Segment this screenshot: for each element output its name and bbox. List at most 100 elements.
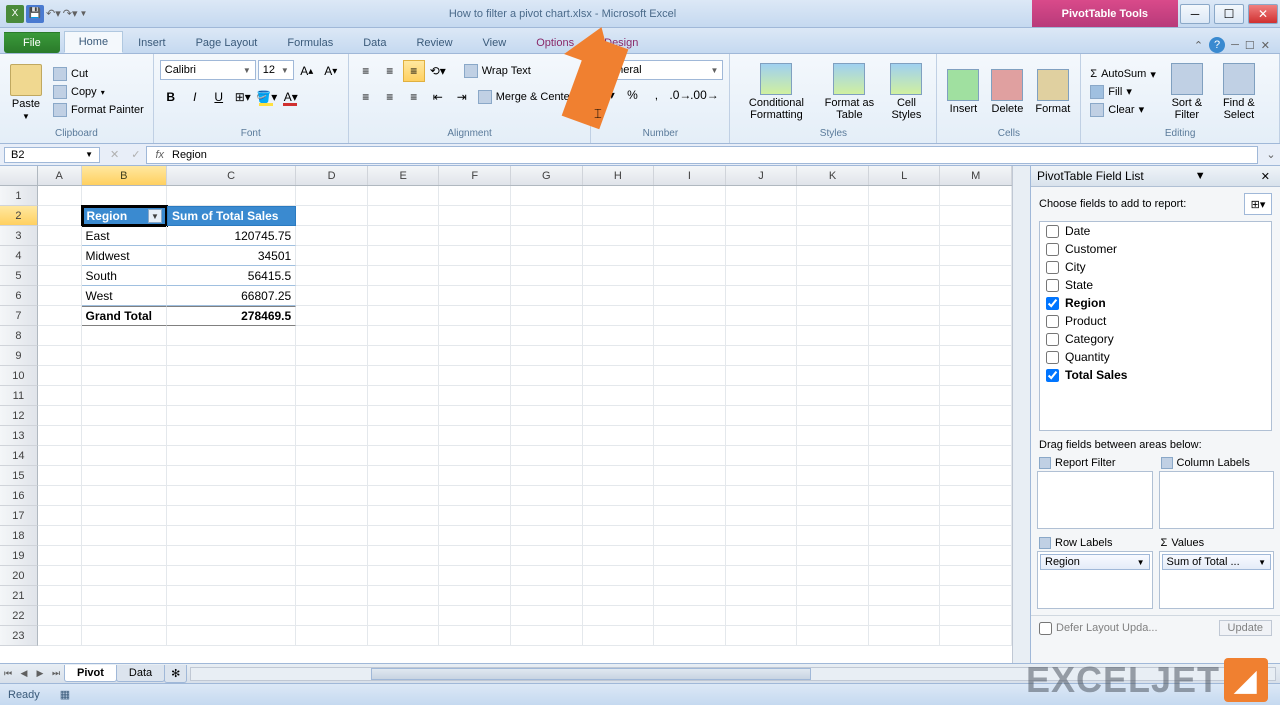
cell[interactable] [38,586,82,606]
cell[interactable] [439,306,511,326]
cell[interactable] [654,586,726,606]
cell[interactable] [583,326,655,346]
cell[interactable] [940,286,1012,306]
merge-center-button[interactable]: Merge & Center ▾ [475,86,585,108]
font-name-combo[interactable]: Calibri▼ [160,60,256,80]
cell[interactable] [38,626,82,646]
cell[interactable] [797,546,869,566]
row-header[interactable]: 10 [0,366,38,386]
italic-button[interactable]: I [184,86,206,108]
decrease-font-icon[interactable]: A▾ [320,60,342,82]
cell[interactable] [726,186,798,206]
row-header[interactable]: 9 [0,346,38,366]
cell[interactable] [38,386,82,406]
number-format-combo[interactable]: General▼ [597,60,723,80]
cell[interactable] [511,526,583,546]
fx-icon[interactable]: fx [155,149,164,161]
cell[interactable] [940,326,1012,346]
cell[interactable] [82,626,167,646]
field-item[interactable]: Region [1040,294,1271,312]
accounting-format-icon[interactable]: $▾ [597,84,619,106]
row-header[interactable]: 11 [0,386,38,406]
cell[interactable]: Sum of Total Sales [167,206,296,226]
cell[interactable] [511,346,583,366]
cell[interactable] [869,486,941,506]
cell[interactable] [654,446,726,466]
cell[interactable] [583,546,655,566]
cell[interactable] [167,586,296,606]
cell[interactable] [296,286,368,306]
cell[interactable] [82,526,167,546]
percent-format-icon[interactable]: % [621,84,643,106]
cell[interactable] [511,306,583,326]
cell[interactable] [38,486,82,506]
cell[interactable] [439,426,511,446]
cell[interactable] [296,406,368,426]
cell[interactable] [654,366,726,386]
cell[interactable] [82,346,167,366]
cell[interactable] [940,446,1012,466]
cell[interactable] [82,386,167,406]
sheet-nav-next[interactable]: ▶ [32,668,48,679]
cell[interactable] [167,626,296,646]
cell[interactable] [654,466,726,486]
field-list-close-icon[interactable]: ✕ [1257,170,1274,183]
cell[interactable] [296,506,368,526]
cell[interactable] [368,326,440,346]
field-item[interactable]: Category [1040,330,1271,348]
cell[interactable] [583,306,655,326]
cell[interactable] [869,566,941,586]
cell[interactable] [511,586,583,606]
cell[interactable] [797,186,869,206]
border-button[interactable]: ⊞▾ [232,86,254,108]
cell[interactable] [726,526,798,546]
cell[interactable] [726,466,798,486]
cell[interactable] [296,326,368,346]
cell[interactable] [167,426,296,446]
cell[interactable] [654,266,726,286]
save-icon[interactable]: 💾 [26,5,44,23]
cell[interactable] [296,206,368,226]
cell[interactable] [726,566,798,586]
cell[interactable] [869,246,941,266]
cell[interactable] [654,206,726,226]
row-header[interactable]: 1 [0,186,38,206]
row-header[interactable]: 3 [0,226,38,246]
cell[interactable] [583,586,655,606]
cell[interactable] [583,206,655,226]
cell[interactable] [511,606,583,626]
cell[interactable] [167,366,296,386]
cell[interactable] [368,446,440,466]
cell[interactable] [368,606,440,626]
field-item[interactable]: Product [1040,312,1271,330]
row-labels-area[interactable]: Region▼ [1037,551,1153,609]
sheet-tab-pivot[interactable]: Pivot [64,665,117,682]
row-header[interactable]: 6 [0,286,38,306]
cell[interactable] [439,446,511,466]
cell[interactable] [940,506,1012,526]
cell[interactable] [82,506,167,526]
cell[interactable] [869,326,941,346]
cell[interactable] [82,366,167,386]
cell[interactable] [82,586,167,606]
cell[interactable]: Grand Total [82,306,167,326]
cell[interactable] [869,506,941,526]
cell[interactable] [726,546,798,566]
cell[interactable] [583,446,655,466]
cell[interactable] [167,546,296,566]
cell[interactable] [82,466,167,486]
col-F[interactable]: F [439,166,511,185]
cell[interactable] [368,546,440,566]
cell[interactable] [583,366,655,386]
cell[interactable] [511,226,583,246]
cell[interactable] [38,346,82,366]
conditional-formatting-button[interactable]: Conditional Formatting [736,61,816,123]
cell[interactable] [797,366,869,386]
cell[interactable] [439,346,511,366]
row-header[interactable]: 16 [0,486,38,506]
cell[interactable] [167,466,296,486]
cell[interactable] [940,426,1012,446]
cell[interactable] [726,426,798,446]
cell[interactable] [583,526,655,546]
cell[interactable]: 56415.5 [167,266,296,286]
